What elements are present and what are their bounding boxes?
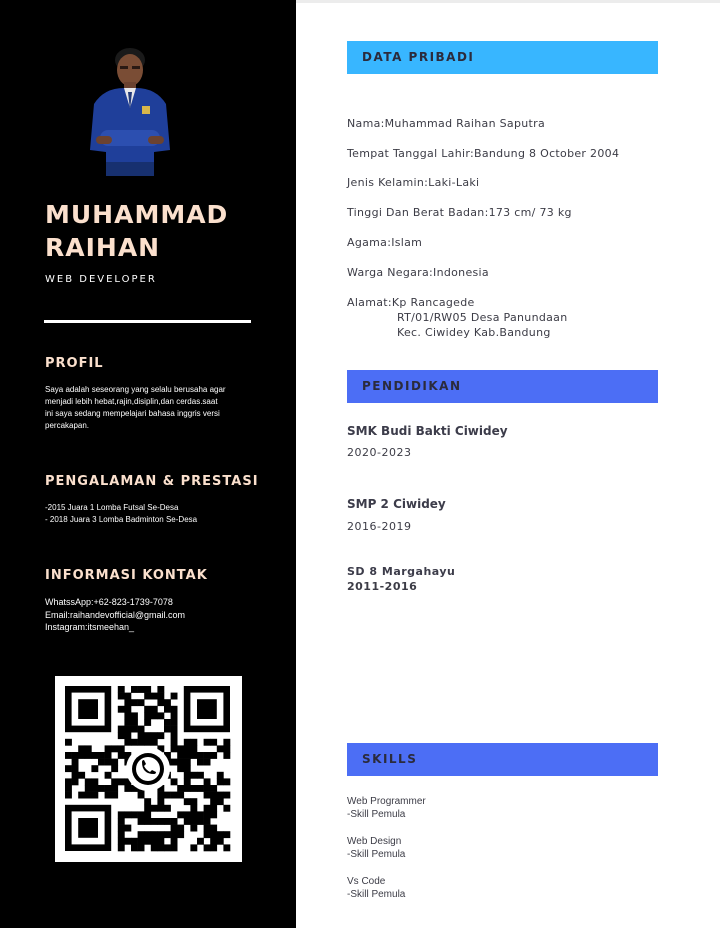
skill-level: -Skill Pemula [347,889,406,900]
school-years: 2020-2023 [347,446,412,459]
pengalaman-list: -2015 Juara 1 Lomba Futsal Se-Desa - 201… [45,502,260,526]
profil-line: Saya adalah seseorang yang selalu berusa… [45,385,226,394]
qr-code [55,676,242,862]
list-item: - 2018 Juara 3 Lomba Badminton Se-Desa [45,515,198,524]
skill-item: Web Programmer -Skill Pemula [347,795,426,821]
field-alamat: Alamat:Kp Rancagede [347,296,475,309]
profil-line: percakapan. [45,421,90,430]
job-title: WEB DEVELOPER [45,274,157,285]
field-jenis-kelamin: Jenis Kelamin:Laki-Laki [347,176,480,189]
instagram-contact: Instagram:itsmeehan_ [45,622,135,632]
field-agama: Agama:Islam [347,236,423,249]
left-sidebar: MUHAMMAD RAIHAN WEB DEVELOPER PROFIL Say… [0,0,296,928]
profile-photo [90,48,170,176]
skill-item: Vs Code -Skill Pemula [347,875,405,901]
top-border [296,0,720,3]
whatsapp-icon [126,747,170,791]
list-item: -2015 Juara 1 Lomba Futsal Se-Desa [45,503,179,512]
skill-level: -Skill Pemula [347,809,406,820]
school-years: 2016-2019 [347,520,412,533]
email-contact: Email:raihandevofficial@gmail.com [45,609,186,620]
section-header-data-pribadi: DATA PRIBADI [347,41,658,74]
school-years: 2011-2016 [347,580,418,593]
field-alamat-line3: Kec. Ciwidey Kab.Bandung [397,326,551,339]
divider [44,320,251,323]
profil-heading: PROFIL [45,356,104,371]
skill-name: Vs Code [347,876,386,887]
profil-text: Saya adalah seseorang yang selalu berusa… [45,384,260,432]
field-warga-negara: Warga Negara:Indonesia [347,266,489,279]
pengalaman-heading: PENGALAMAN & PRESTASI [45,474,259,489]
field-tinggi-berat: Tinggi Dan Berat Badan:173 cm/ 73 kg [347,206,572,219]
skill-name: Web Programmer [347,796,426,807]
kontak-heading: INFORMASI KONTAK [45,568,208,583]
whatsapp-contact: WhatssApp:+62-823-1739-7078 [45,597,173,607]
last-name: RAIHAN [45,233,161,262]
person-name: MUHAMMAD RAIHAN [45,198,228,264]
field-ttl: Tempat Tanggal Lahir:Bandung 8 October 2… [347,147,620,160]
field-alamat-line2: RT/01/RW05 Desa Panundaan [397,311,568,324]
section-header-skills: SKILLS [347,743,658,776]
field-nama: Nama:Muhammad Raihan Saputra [347,117,545,130]
school-name: SMP 2 Ciwidey [347,497,446,511]
skill-item: Web Design -Skill Pemula [347,835,405,861]
kontak-list: WhatssApp:+62-823-1739-7078 Email:raihan… [45,596,260,634]
profil-line: ini saya sedang mempelajari bahasa inggr… [45,409,220,418]
skill-name: Web Design [347,836,402,847]
skill-level: -Skill Pemula [347,849,406,860]
qr-code-graphic [65,686,231,852]
profil-line: menjadi lebih hebat,rajin,disiplin,dan c… [45,397,218,406]
first-name: MUHAMMAD [45,200,229,229]
school-name: SMK Budi Bakti Ciwidey [347,424,508,438]
section-header-pendidikan: PENDIDIKAN [347,370,658,403]
school-name: SD 8 Margahayu [347,565,456,578]
